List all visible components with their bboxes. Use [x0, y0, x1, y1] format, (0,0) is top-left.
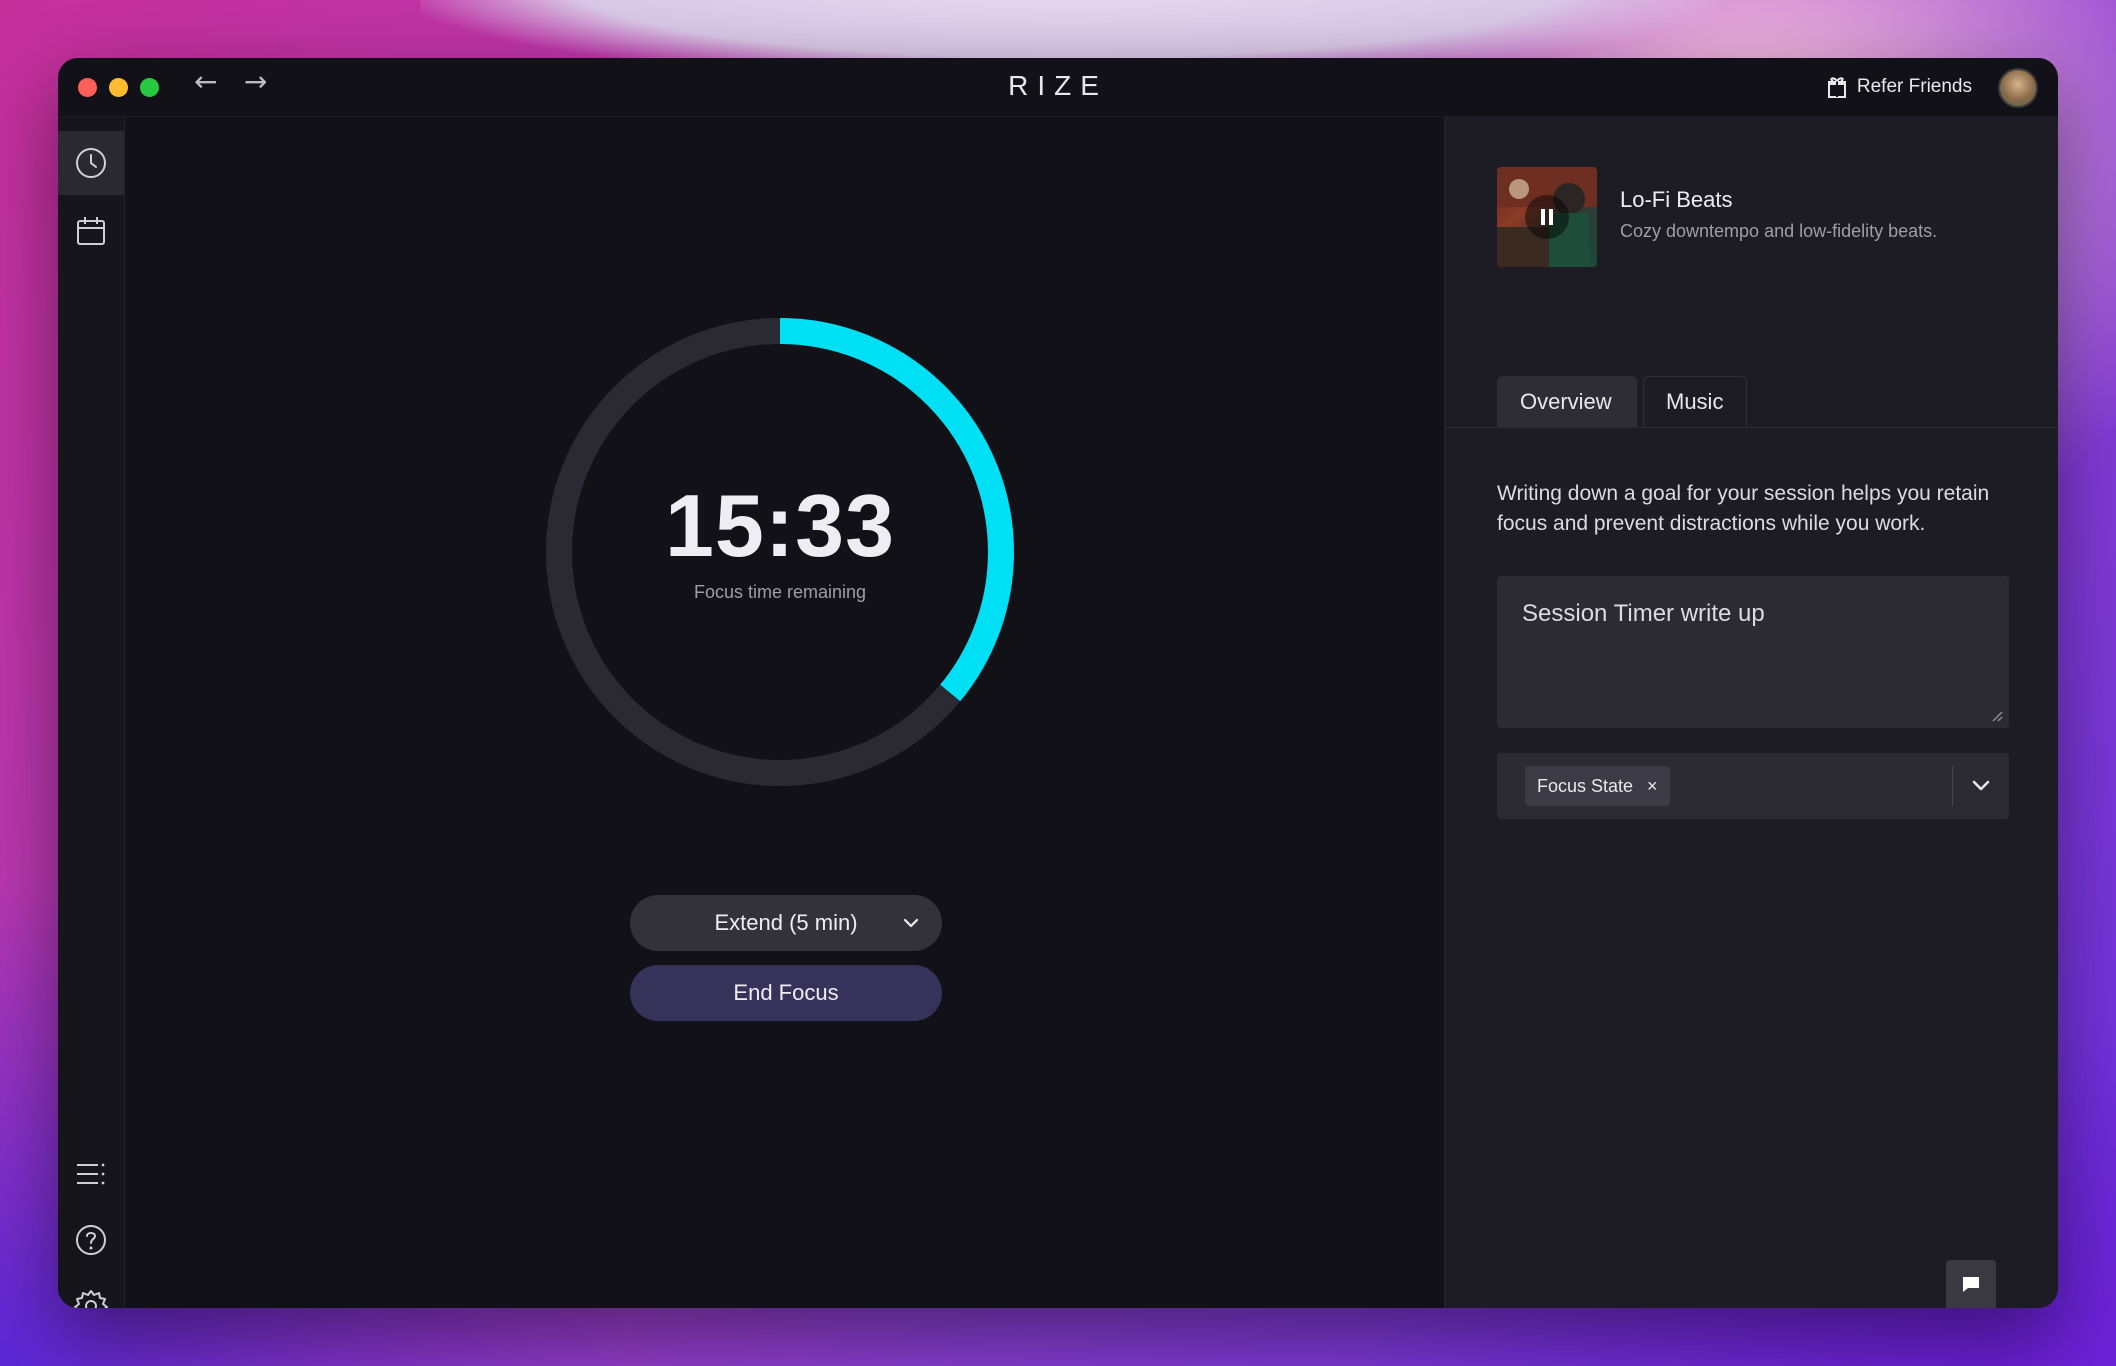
tag-chip: Focus State ×	[1525, 766, 1670, 806]
sidebar-item-timer[interactable]	[58, 131, 124, 195]
chevron-down-icon	[903, 918, 919, 928]
tabs-divider	[1445, 427, 2058, 428]
chat-icon	[1963, 1277, 1979, 1292]
tag-remove-icon[interactable]: ×	[1647, 776, 1658, 797]
time-remaining: 15:33	[664, 475, 896, 575]
sidebar-item-list[interactable]	[58, 1142, 124, 1206]
tag-chip-label: Focus State	[1537, 775, 1634, 796]
extend-button[interactable]: Extend (5 min)	[630, 895, 942, 951]
pause-icon	[1541, 209, 1553, 225]
tab-overview[interactable]: Overview	[1497, 376, 1637, 427]
chevron-down-icon[interactable]	[1971, 777, 1991, 795]
end-focus-button[interactable]: End Focus	[630, 965, 942, 1021]
chat-support-button[interactable]	[1946, 1260, 1996, 1308]
avatar[interactable]	[1998, 68, 2038, 108]
track-subtitle: Cozy downtempo and low-fidelity beats.	[1620, 221, 1938, 241]
track-title: Lo-Fi Beats	[1620, 187, 1733, 212]
list-icon	[77, 1163, 105, 1185]
session-goal-input[interactable]	[1497, 576, 2009, 728]
sidebar-item-help[interactable]	[58, 1208, 124, 1272]
album-art[interactable]	[1497, 167, 1597, 267]
gift-icon	[1827, 77, 1846, 98]
title-bar: ← → RIZE Refer Friends	[58, 58, 2058, 117]
refer-friends-label: Refer Friends	[1856, 76, 1972, 97]
session-panel: Lo-Fi Beats Cozy downtempo and low-fidel…	[1444, 117, 2058, 1308]
resize-grip-icon[interactable]	[1991, 710, 2003, 722]
gear-icon	[74, 1290, 108, 1308]
session-tag-select[interactable]: Focus State ×	[1497, 753, 2009, 819]
sidebar-item-calendar[interactable]	[58, 199, 124, 263]
refer-friends-button[interactable]: Refer Friends	[1827, 72, 1972, 102]
extend-button-label: Extend (5 min)	[714, 910, 858, 935]
calendar-icon	[77, 217, 105, 245]
help-icon	[76, 1225, 106, 1255]
sidebar-item-settings[interactable]	[58, 1274, 124, 1308]
goal-hint-text: Writing down a goal for your session hel…	[1497, 482, 1990, 535]
clock-icon	[76, 148, 106, 178]
pause-button[interactable]	[1525, 195, 1569, 239]
app-window: ← → RIZE Refer Friends 15:33 Focus time …	[58, 58, 2058, 1308]
app-title: RIZE	[1008, 70, 1108, 101]
sidebar	[58, 117, 125, 1308]
timer-readout: 15:33 Focus time remaining	[545, 317, 1015, 787]
time-remaining-label: Focus time remaining	[693, 581, 867, 602]
focus-main-area: 15:33 Focus time remaining Extend (5 min…	[125, 117, 1443, 1308]
select-divider	[1952, 766, 1953, 806]
tab-music[interactable]: Music	[1643, 376, 1747, 427]
